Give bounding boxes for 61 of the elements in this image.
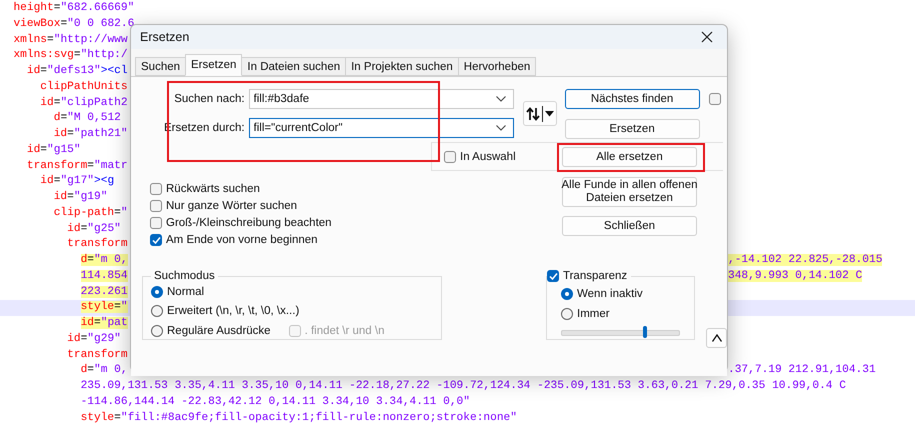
option-checkbox[interactable]: Rückwärts suchen [150, 183, 562, 195]
replace-all-open-files-button[interactable]: Alle Funde in allen offenen Dateien ersetzen [562, 177, 697, 207]
combo-field[interactable]: fill="currentColor" [248, 118, 514, 138]
code-line: clip-path=" [54, 206, 128, 219]
transparency-checkbox[interactable]: Transparenz [547, 270, 628, 282]
checkmark-icon [548, 272, 558, 280]
code-line: d="M 0,512 [54, 112, 121, 124]
close-icon [701, 31, 713, 43]
radio-button[interactable]: Erweitert (\n, \r, \t, \0, \x...) [151, 305, 300, 318]
code-line: id="g15" [26, 144, 81, 156]
code-line: clipPathUnits [40, 80, 128, 93]
field-label: Suchen nach: [173, 92, 245, 107]
code-line: id="defs13"><cl [26, 65, 128, 77]
slider-thumb[interactable] [643, 326, 648, 338]
code-line: id="g29" [67, 332, 121, 345]
code-line: transform="matr [26, 160, 128, 172]
code-line: d="m 0, [80, 364, 128, 376]
radio-button[interactable]: Reguläre Ausdrücke [151, 324, 271, 337]
tab[interactable]: Suchen [135, 57, 186, 76]
code-line: viewBox="0 0 682.6 [13, 18, 134, 30]
up-down-arrows-icon [526, 106, 540, 120]
code-line: id="g25" [67, 222, 121, 234]
code-line: id="g19" [54, 191, 108, 203]
dialog-title: Ersetzen [140, 30, 190, 44]
code-line: transform [67, 348, 128, 360]
code-line: style="fill:#8ac9fe;fill-opacity:1;fill-rule:nonzero;stroke:none" [80, 412, 517, 424]
radio-button[interactable]: Normal [151, 286, 204, 298]
chevron-up-icon [712, 334, 722, 342]
checkbox[interactable] [708, 93, 721, 105]
caret-icon [544, 110, 554, 116]
collapse-button[interactable] [706, 328, 727, 348]
chevron-down-icon [496, 125, 506, 131]
in-selection-checkbox[interactable]: In Auswahl [444, 150, 562, 162]
chevron-down-icon [496, 96, 506, 102]
group-title: Suchmodus [153, 270, 216, 282]
option-checkbox[interactable]: Groß-/Kleinschreibung beachten [150, 217, 562, 229]
radio-button[interactable]: Wenn inaktiv [561, 284, 680, 304]
option-checkbox[interactable]: Am Ende von vorne beginnen [150, 234, 562, 246]
code-line: .37,7.19 212.91,104.31 [728, 364, 876, 376]
checkmark-icon [152, 236, 160, 244]
code-line: id="g17"><g [40, 175, 114, 188]
tab[interactable]: Ersetzen [185, 54, 242, 76]
code-line: transform [67, 238, 128, 250]
code-line: xmlns="http://www [13, 34, 128, 46]
code-line: id="clipPath2 [40, 96, 128, 108]
find-next-button[interactable]: Nächstes finden [564, 89, 700, 109]
code-line: 235.09,131.53 3.35,4.11 3.35,10 0,14.11 -22.18,27.22 -109.72,124.34 -235.09,131.53 3.63,0.21 7.29,0.35 10.99,0.4 C [80, 380, 846, 392]
replace-all-button[interactable]: Alle ersetzen [562, 146, 697, 166]
code-line: -114.86,144.14 -22.83,42.12 0,14.11 3.34,10 3.34,4.11 0,0" [80, 396, 470, 408]
code-line: height="682.66669" [13, 2, 134, 14]
direction-button[interactable] [522, 101, 557, 126]
replace-button[interactable]: Ersetzen [564, 119, 700, 139]
radio-button[interactable]: Immer [561, 304, 680, 324]
code-line: id="path21" [54, 128, 128, 140]
code-line: xmlns:svg="http:/ [13, 49, 128, 62]
combo-field[interactable]: fill:#b3dafe [248, 89, 514, 109]
option-checkbox[interactable]: Nur ganze Wörter suchen [150, 200, 562, 212]
tab[interactable]: Hervorheben [458, 57, 536, 76]
tab[interactable]: In Projekten suchen [345, 57, 459, 76]
tab[interactable]: In Dateien suchen [241, 57, 346, 76]
close-dialog-button[interactable]: Schließen [562, 216, 697, 236]
